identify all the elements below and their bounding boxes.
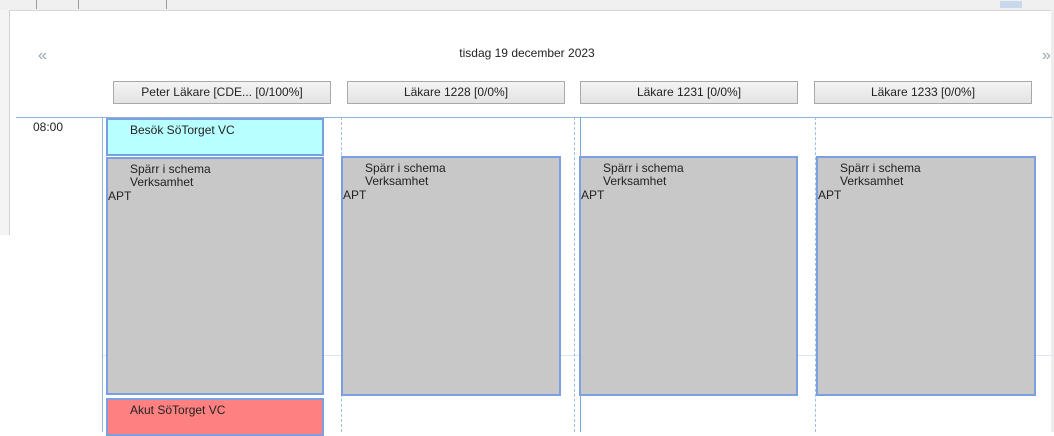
appointment-line3: APT: [818, 188, 842, 202]
next-day-button[interactable]: »: [1042, 48, 1051, 64]
column-header-lakare-1233[interactable]: Läkare 1233 [0/0%]: [814, 81, 1032, 104]
appointment-line2: Verksamhet: [365, 174, 429, 188]
appointment-title: Akut SöTorget VC: [130, 403, 226, 417]
side-panel-edge: [0, 10, 10, 235]
date-title: tisdag 19 december 2023: [459, 46, 595, 60]
appointment-line3: APT: [108, 189, 132, 203]
appointment-visit-sotorget[interactable]: Besök SöTorget VC: [106, 118, 324, 156]
appointment-line3: APT: [343, 188, 367, 202]
appointment-schedule-block[interactable]: Spärr i schema Verksamhet APT: [341, 156, 561, 396]
time-gutter-line: [16, 117, 102, 118]
time-label-0800: 08:00: [33, 120, 64, 134]
appointment-schedule-block[interactable]: Spärr i schema Verksamhet APT: [579, 156, 798, 396]
appointment-line2: Verksamhet: [603, 174, 667, 188]
appointment-line1: Spärr i schema: [365, 161, 446, 175]
toolbar-strip: [0, 0, 1054, 11]
appointment-title: Besök SöTorget VC: [130, 123, 235, 137]
column-header-peter-lakare[interactable]: Peter Läkare [CDE... [0/100%]: [113, 81, 331, 104]
appointment-line1: Spärr i schema: [130, 162, 211, 176]
appointment-schedule-block[interactable]: Spärr i schema Verksamhet APT: [106, 157, 324, 395]
appointment-line2: Verksamhet: [130, 175, 194, 189]
appointment-line1: Spärr i schema: [603, 161, 684, 175]
appointment-line3: APT: [581, 188, 605, 202]
toolbar-button[interactable]: [1000, 1, 1022, 8]
toolbar-divider: [78, 0, 79, 9]
column-header-lakare-1228[interactable]: Läkare 1228 [0/0%]: [347, 81, 565, 104]
appointment-acute-sotorget[interactable]: Akut SöTorget VC: [106, 398, 324, 436]
column-header-lakare-1231[interactable]: Läkare 1231 [0/0%]: [580, 81, 798, 104]
toolbar-divider: [166, 0, 167, 9]
column-separator: [574, 117, 575, 432]
appointment-schedule-block[interactable]: Spärr i schema Verksamhet APT: [816, 156, 1036, 396]
appointment-line1: Spärr i schema: [840, 161, 921, 175]
toolbar-divider: [36, 0, 37, 9]
appointment-line2: Verksamhet: [840, 174, 904, 188]
